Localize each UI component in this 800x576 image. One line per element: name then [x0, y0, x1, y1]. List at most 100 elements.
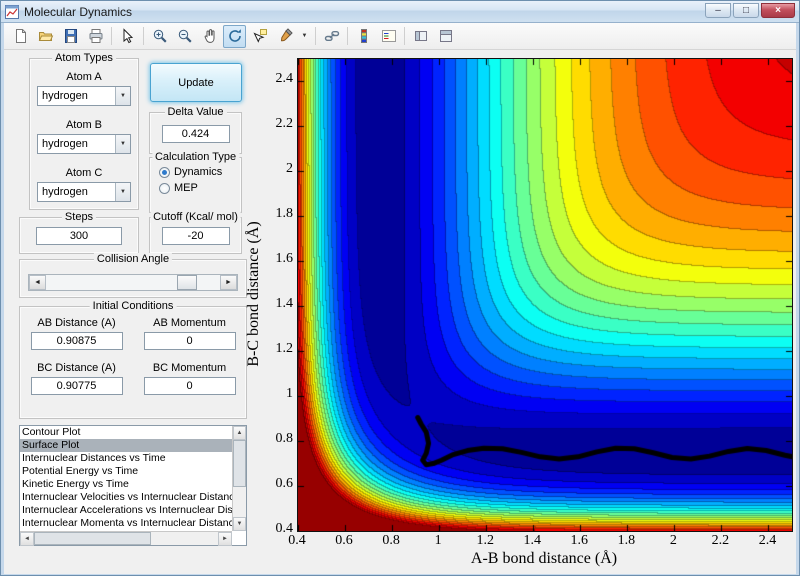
list-item[interactable]: Kinetic Energy vs Time — [20, 478, 232, 491]
zoom-out-button[interactable] — [173, 25, 196, 48]
y-tick-label: 0.8 — [275, 431, 294, 447]
x-tick-label: 1.2 — [476, 533, 494, 548]
panel-title: Calculation Type — [151, 151, 240, 163]
insert-colorbar-button[interactable] — [352, 25, 375, 48]
list-item[interactable]: Internuclear Velocities vs Internuclear … — [20, 491, 232, 504]
list-vertical-scrollbar[interactable]: ▲ ▼ — [232, 426, 246, 531]
pan-hand-icon — [204, 29, 214, 43]
link-plot-button[interactable] — [320, 25, 343, 48]
rotate-3d-button[interactable] — [223, 24, 246, 48]
x-tick-label: 2.4 — [758, 533, 777, 548]
dock-figure-button[interactable] — [434, 25, 457, 48]
ab-distance-field[interactable] — [30, 332, 123, 350]
atom-a-select[interactable]: hydrogen ▼ — [37, 86, 131, 106]
list-item[interactable]: Internuclear Distances vs Time — [20, 452, 232, 465]
data-cursor-button[interactable] — [248, 25, 271, 48]
brush-button[interactable] — [273, 25, 296, 48]
steps-field[interactable] — [36, 227, 122, 245]
zoom-in-icon — [153, 29, 167, 43]
panel-title: Collision Angle — [93, 253, 173, 265]
data-cursor-icon — [252, 29, 267, 43]
bc-distance-field[interactable] — [30, 377, 123, 395]
toolbar-separator — [111, 27, 112, 45]
panel-title: Cutoff (Kcal/ mol) — [150, 211, 241, 223]
hide-plot-tools-button[interactable] — [409, 25, 432, 48]
legend-icon — [381, 30, 396, 42]
atom-b-value: hydrogen — [42, 138, 88, 150]
radio-option-dynamics[interactable]: Dynamics — [159, 166, 241, 178]
slider-track[interactable] — [46, 275, 220, 290]
ab-distance-label: AB Distance (A) — [37, 317, 116, 329]
chevron-down-icon[interactable]: ▼ — [115, 87, 130, 105]
y-tick-label: 0.6 — [275, 476, 294, 492]
scroll-left-arrow-icon[interactable]: ◄ — [20, 532, 34, 546]
y-tick-label: 2.2 — [275, 116, 294, 132]
radio-label: Dynamics — [174, 166, 223, 178]
new-file-icon — [15, 29, 26, 43]
edit-plot-arrow-icon — [123, 28, 133, 44]
horizontal-scroll-thumb[interactable] — [34, 532, 151, 545]
chevron-down-icon: ▼ — [301, 33, 308, 39]
chevron-down-icon[interactable]: ▼ — [115, 135, 130, 153]
open-file-button[interactable] — [34, 25, 57, 48]
atom-a-label: Atom A — [66, 71, 102, 83]
print-button[interactable] — [84, 25, 107, 48]
save-button[interactable] — [59, 25, 82, 48]
slider-left-arrow-icon[interactable]: ◄ — [29, 275, 46, 290]
x-axis-label: A-B bond distance (Å) — [470, 550, 618, 567]
atom-c-select[interactable]: hydrogen ▼ — [37, 182, 131, 202]
titlebar[interactable]: Molecular Dynamics – □ × — [1, 1, 799, 23]
close-button[interactable]: × — [761, 3, 795, 18]
atom-types-panel: Atom Types Atom A hydrogen ▼ Atom B hydr… — [29, 52, 139, 210]
ab-momentum-field[interactable] — [143, 332, 236, 350]
maximize-button[interactable]: □ — [733, 3, 759, 18]
panel-title: Steps — [61, 211, 97, 223]
new-file-button[interactable] — [9, 25, 32, 48]
bc-momentum-field[interactable] — [143, 377, 236, 395]
chevron-down-icon[interactable]: ▼ — [115, 183, 130, 201]
delta-value-field[interactable] — [161, 125, 230, 143]
slider-thumb[interactable] — [177, 275, 197, 290]
collision-angle-slider[interactable]: ◄ ► — [28, 274, 238, 291]
atom-b-label: Atom B — [65, 119, 103, 131]
rotate-3d-icon — [228, 29, 241, 42]
steps-panel: Steps — [19, 211, 139, 254]
atom-a-value: hydrogen — [42, 90, 88, 102]
contour-plot-canvas[interactable] — [297, 58, 793, 532]
list-item[interactable]: Internuclear Accelerations vs Internucle… — [20, 504, 232, 517]
update-button[interactable]: Update — [150, 63, 242, 102]
brush-icon — [280, 28, 293, 42]
brush-options-dropdown[interactable]: ▼ — [298, 25, 311, 48]
scroll-up-arrow-icon[interactable]: ▲ — [233, 426, 246, 440]
insert-legend-button[interactable] — [377, 25, 400, 48]
list-horizontal-scrollbar[interactable]: ◄ ► — [20, 531, 232, 546]
print-icon — [89, 29, 102, 43]
zoom-in-button[interactable] — [148, 25, 171, 48]
atom-b-select[interactable]: hydrogen ▼ — [37, 134, 131, 154]
cutoff-field[interactable] — [161, 227, 230, 245]
minimize-button[interactable]: – — [705, 3, 731, 18]
x-tick-label: 0.8 — [382, 533, 400, 548]
list-item[interactable]: Potential Energy vs Time — [20, 465, 232, 478]
pan-button[interactable] — [198, 25, 221, 48]
vertical-scroll-thumb[interactable] — [233, 440, 246, 488]
panel-title: Atom Types — [52, 52, 116, 64]
y-tick-label: 1 — [286, 386, 293, 402]
ab-momentum-label: AB Momentum — [153, 317, 226, 329]
scroll-right-arrow-icon[interactable]: ► — [218, 532, 232, 546]
scroll-down-arrow-icon[interactable]: ▼ — [233, 517, 246, 531]
list-item[interactable]: Contour Plot — [20, 426, 232, 439]
list-item[interactable]: Internuclear Momenta vs Internuclear Dis… — [20, 517, 232, 530]
window-title: Molecular Dynamics — [24, 4, 133, 19]
y-tick-label: 1.2 — [275, 341, 294, 357]
list-item[interactable]: Surface Plot — [20, 439, 232, 452]
plot-type-list: Contour Plot Surface Plot Internuclear Dis… — [19, 425, 247, 546]
collision-angle-panel: Collision Angle ◄ ► — [19, 253, 247, 298]
slider-right-arrow-icon[interactable]: ► — [220, 275, 237, 290]
edit-plot-button[interactable] — [116, 25, 139, 48]
dock-figure-icon — [439, 30, 452, 42]
delta-value-panel: Delta Value — [149, 106, 242, 154]
x-tick-label: 1.8 — [617, 533, 636, 548]
radio-option-mep[interactable]: MEP — [159, 182, 241, 194]
y-tick-label: 1.4 — [275, 296, 294, 312]
